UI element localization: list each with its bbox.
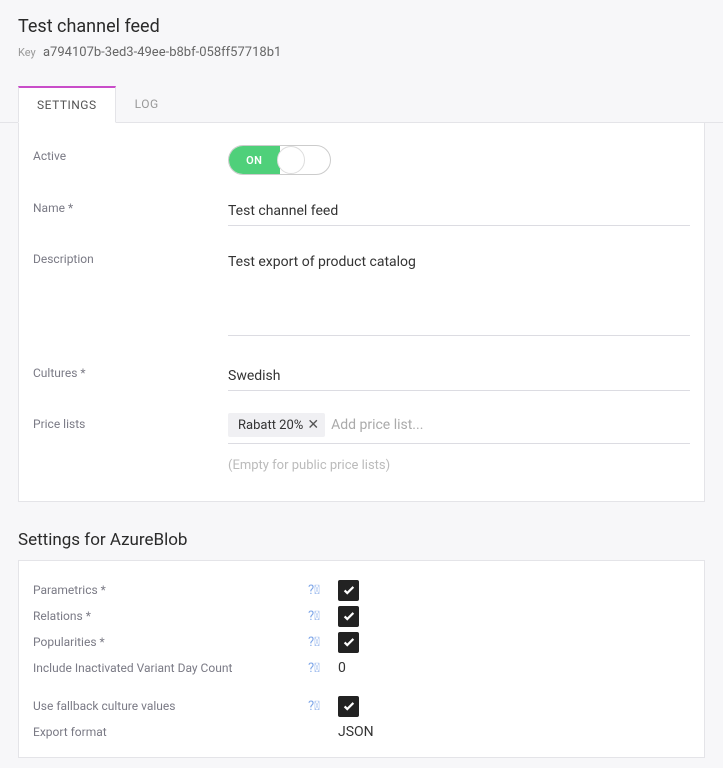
help-icon[interactable]: ?⃝ xyxy=(308,661,338,676)
check-icon xyxy=(342,583,356,597)
fallback-checkbox[interactable] xyxy=(338,696,359,717)
name-label: Name * xyxy=(33,197,228,215)
check-icon xyxy=(342,699,356,713)
azure-section-title: Settings for AzureBlob xyxy=(18,530,705,550)
tab-log[interactable]: LOG xyxy=(116,86,178,122)
description-label: Description xyxy=(33,248,228,266)
name-input[interactable] xyxy=(228,197,690,226)
settings-panel: Active ON Name * Description Cultures * … xyxy=(18,123,705,502)
key-value: a794107b-3ed3-49ee-b8bf-058ff57718b1 xyxy=(43,45,281,60)
export-format-value: JSON xyxy=(338,724,374,740)
parametrics-label: Parametrics * xyxy=(33,583,308,597)
active-toggle[interactable]: ON xyxy=(228,145,331,175)
popularities-label: Popularities * xyxy=(33,635,308,649)
azure-panel: Parametrics * ?⃝ Relations * ?⃝ Populari… xyxy=(18,560,705,758)
cultures-input[interactable] xyxy=(228,362,690,391)
cultures-label: Cultures * xyxy=(33,362,228,380)
parametrics-checkbox[interactable] xyxy=(338,580,359,601)
description-input[interactable] xyxy=(228,248,690,336)
price-list-tag: Rabatt 20% ✕ xyxy=(228,413,325,437)
price-list-tag-text: Rabatt 20% xyxy=(238,418,303,433)
help-icon[interactable]: ?⃝ xyxy=(308,635,338,650)
toggle-knob xyxy=(277,146,305,174)
relations-checkbox[interactable] xyxy=(338,606,359,627)
help-icon[interactable]: ?⃝ xyxy=(308,609,338,624)
tab-settings[interactable]: SETTINGS xyxy=(18,86,116,123)
tabs: SETTINGS LOG xyxy=(0,86,723,123)
price-lists-hint: (Empty for public price lists) xyxy=(228,458,690,473)
help-icon[interactable]: ?⃝ xyxy=(308,699,338,714)
inactivated-label: Include Inactivated Variant Day Count xyxy=(33,661,308,675)
fallback-label: Use fallback culture values xyxy=(33,699,308,713)
price-lists-field[interactable]: Rabatt 20% ✕ xyxy=(228,413,690,444)
page-title: Test channel feed xyxy=(18,16,705,37)
key-label: Key xyxy=(18,46,36,59)
toggle-on-text: ON xyxy=(229,146,280,174)
page-key: Key a794107b-3ed3-49ee-b8bf-058ff57718b1 xyxy=(18,45,705,60)
check-icon xyxy=(342,609,356,623)
price-lists-label: Price lists xyxy=(33,413,228,431)
close-icon[interactable]: ✕ xyxy=(307,417,319,433)
inactivated-value: 0 xyxy=(338,660,346,676)
help-icon[interactable]: ?⃝ xyxy=(308,583,338,598)
popularities-checkbox[interactable] xyxy=(338,632,359,653)
check-icon xyxy=(342,635,356,649)
relations-label: Relations * xyxy=(33,609,308,623)
active-label: Active xyxy=(33,145,228,163)
export-format-label: Export format xyxy=(33,725,308,739)
price-list-add-input[interactable] xyxy=(331,417,690,433)
